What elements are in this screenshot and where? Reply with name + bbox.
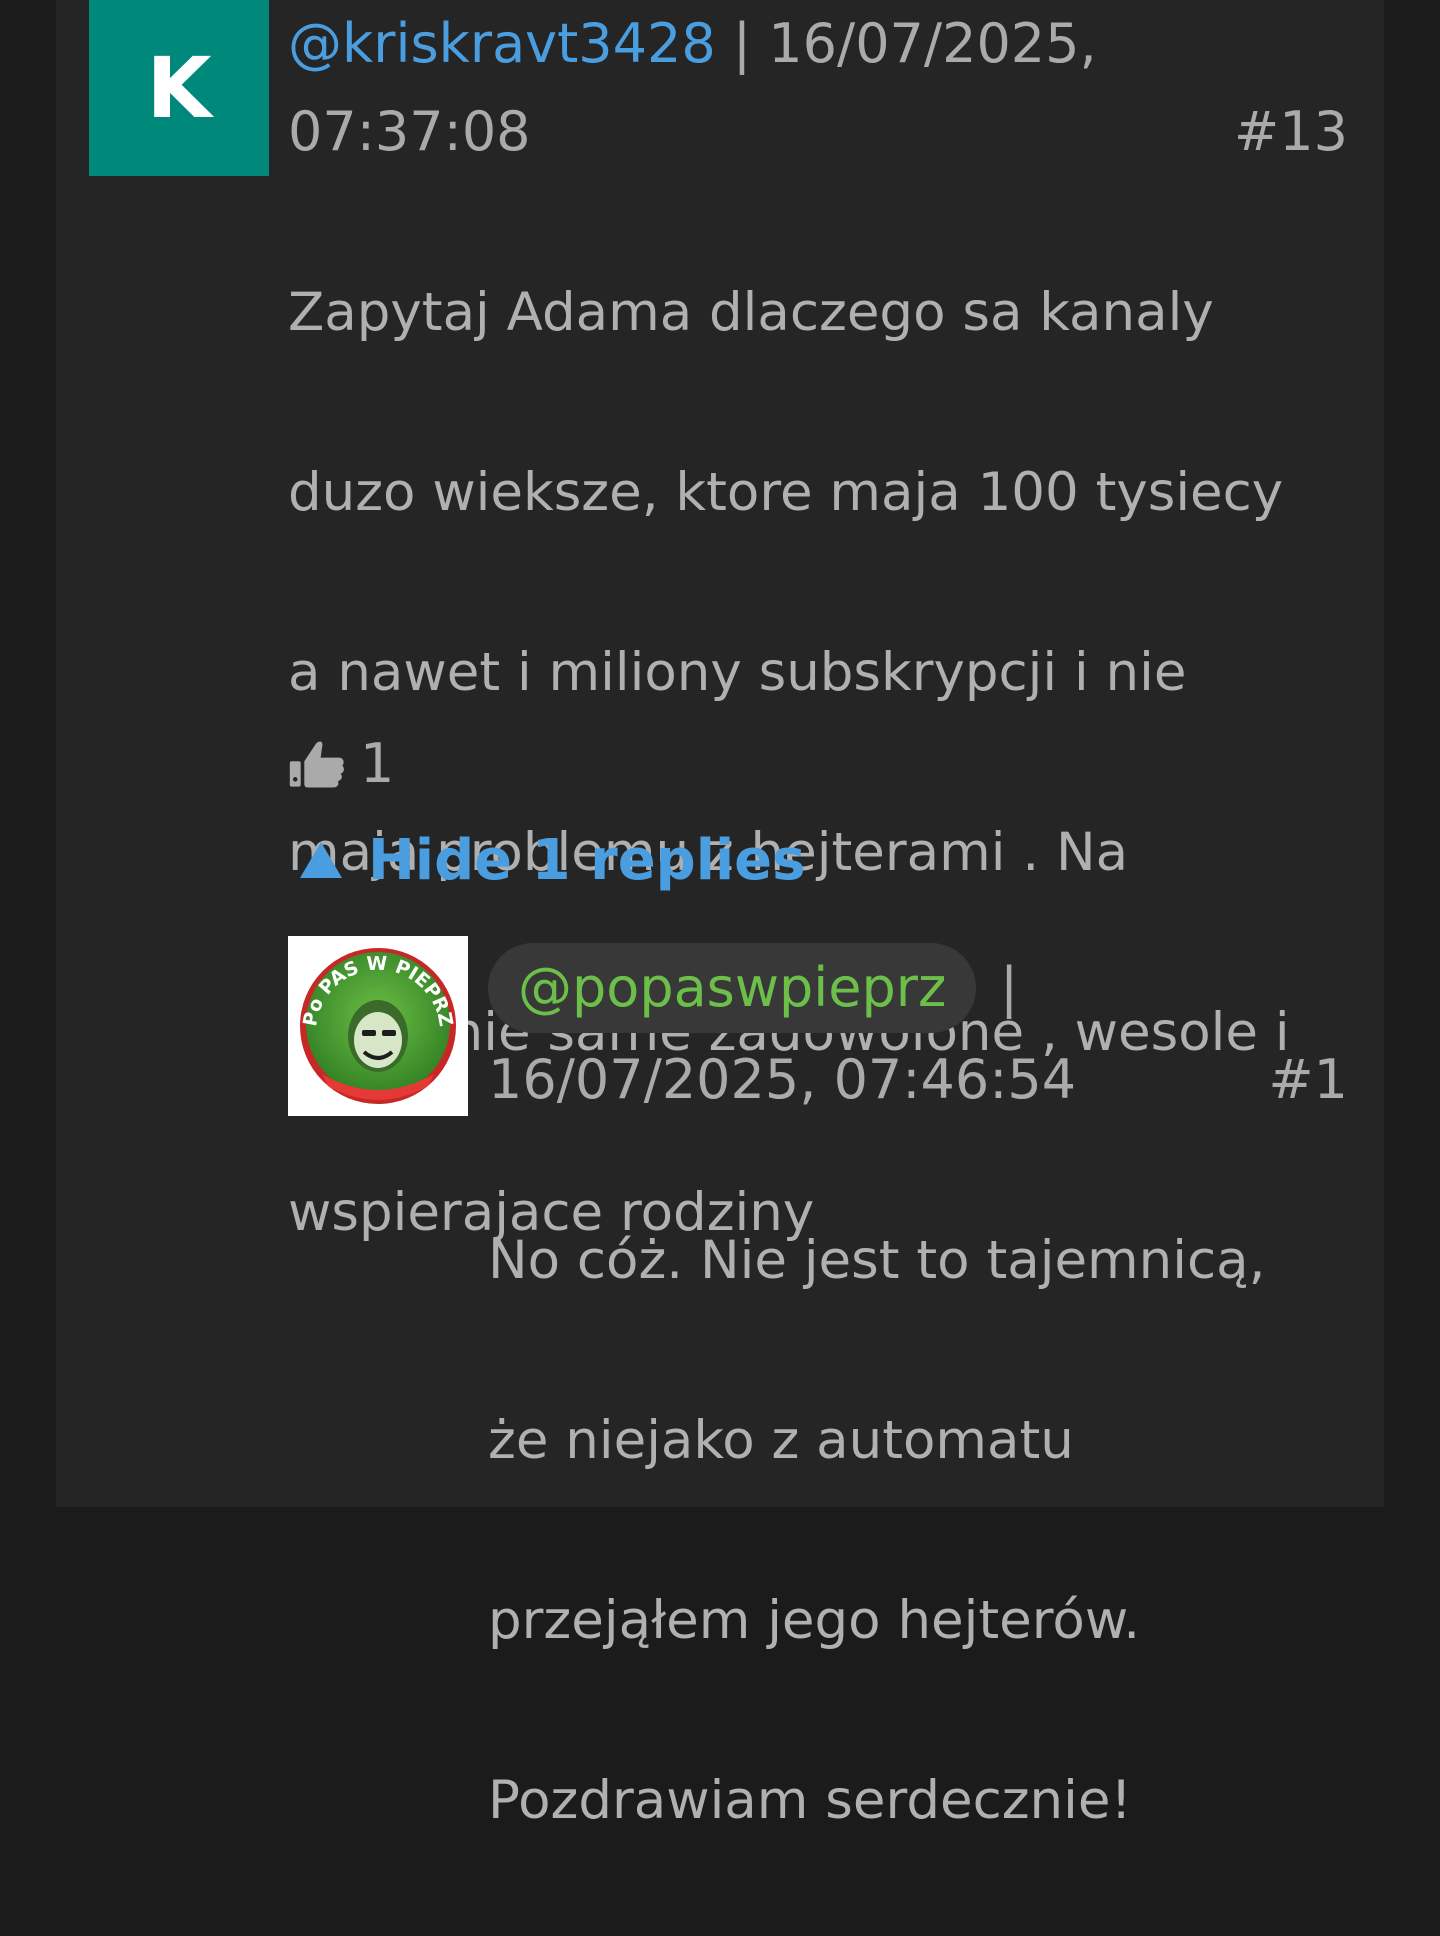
- reply-text-line: Pozdrawiam serdecznie!: [488, 1770, 1132, 1831]
- reply-text-line: przejąłem jego hejterów.: [488, 1590, 1141, 1651]
- reply-text-line: No cóż. Nie jest to tajemnicą,: [488, 1230, 1266, 1291]
- thumbs-up-icon: [289, 741, 344, 788]
- reply-text-line: że niejako z automatu: [488, 1410, 1074, 1471]
- triangle-up-icon: [300, 842, 342, 878]
- reply-datetime: 16/07/2025, 07:46:54: [488, 1048, 1077, 1111]
- comment-text-line: Zapytaj Adama dlaczego sa kanaly: [288, 282, 1214, 343]
- comment-meta-line-1: @kriskravt3428 | 16/07/2025,: [288, 0, 1097, 88]
- reply-number[interactable]: #1: [1268, 1036, 1348, 1124]
- comment-username[interactable]: @kriskravt3428: [288, 12, 716, 75]
- reply-meta-separator: |: [1000, 956, 1019, 1019]
- reply-avatar[interactable]: Po PAS W PIEPRZ: [288, 936, 468, 1116]
- like-button[interactable]: 1: [288, 720, 394, 806]
- comment-time: 07:37:08: [288, 100, 531, 163]
- reply-username-chip[interactable]: @popaswpieprz: [488, 943, 977, 1033]
- meta-separator: |: [732, 12, 752, 75]
- channel-logo-icon: Po PAS W PIEPRZ: [299, 948, 457, 1104]
- hide-replies-toggle[interactable]: Hide 1 replies: [300, 815, 805, 905]
- avatar-letter: K: [146, 39, 212, 137]
- comment-number[interactable]: #13: [1234, 88, 1348, 176]
- comment-text-line: duzo wieksze, ktore maja 100 tysiecy: [288, 462, 1284, 523]
- comment-date: 16/07/2025,: [768, 12, 1097, 75]
- comment-text-line: a nawet i miliony subskrypcji i nie: [288, 642, 1187, 703]
- toggle-label: Hide 1 replies: [368, 827, 806, 893]
- likes-count: 1: [360, 731, 395, 795]
- reply-text: No cóż. Nie jest to tajemnicą, że niejak…: [488, 1126, 1265, 1936]
- user-avatar[interactable]: K: [89, 0, 269, 176]
